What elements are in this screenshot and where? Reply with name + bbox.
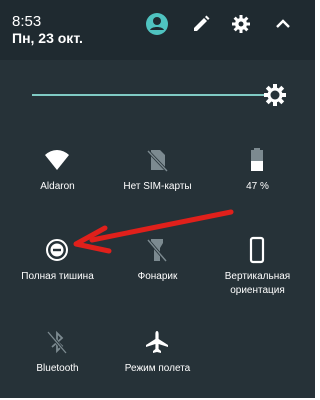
quick-settings-panel: 8:53 Пн, 23 окт. Aldaron Нет SIM-карты 4… [0,0,315,398]
battery-icon [243,146,271,174]
wifi-icon [43,146,71,174]
clock-time: 8:53 [12,13,42,30]
date-label: Пн, 23 окт. [12,30,83,46]
brightness-track[interactable] [32,94,275,96]
tile-label: Полная тишина [21,271,94,282]
settings-gear-icon[interactable] [229,12,253,36]
tile-airplane-mode[interactable]: Режим полета [105,328,210,378]
flashlight-off-icon [143,236,171,264]
brightness-slider[interactable] [0,80,315,110]
tile-label: 47 % [246,181,269,192]
tile-flashlight[interactable]: Фонарик [105,236,210,296]
tile-label: Bluetooth [36,363,79,374]
tile-do-not-disturb[interactable]: Полная тишина [5,236,110,296]
tile-bluetooth[interactable]: Bluetooth [5,328,110,378]
tile-label: Фонарик [137,271,178,282]
tile-label: Вертикальная ориентация [224,271,291,296]
collapse-chevron-up-icon[interactable] [271,12,295,36]
edit-pencil-icon[interactable] [189,12,213,36]
no-sim-icon [143,146,171,174]
phone-portrait-icon [243,236,271,264]
tile-battery[interactable]: 47 % [205,146,310,196]
tile-label: Нет SIM-карты [123,181,192,192]
tile-label: Режим полета [124,363,191,374]
bluetooth-off-icon [43,328,71,356]
airplane-icon [143,328,171,356]
tile-rotation[interactable]: Вертикальная ориентация [205,236,310,296]
tile-sim[interactable]: Нет SIM-карты [105,146,210,196]
do-not-disturb-icon [43,236,71,264]
tile-wifi[interactable]: Aldaron [5,146,110,196]
brightness-auto-icon[interactable] [263,83,287,107]
tile-label: Aldaron [40,181,75,192]
account-icon[interactable] [145,12,169,36]
quick-settings-header: 8:53 Пн, 23 окт. [0,0,315,60]
